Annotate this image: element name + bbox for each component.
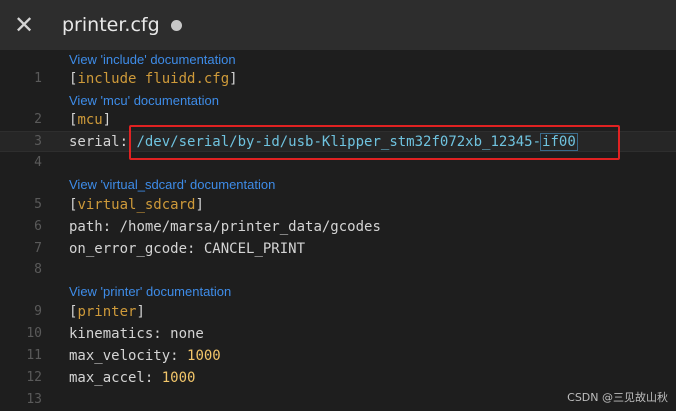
section-name: printer <box>77 303 137 320</box>
config-value: CANCEL_PRINT <box>195 240 306 257</box>
line-number: 1 <box>34 71 42 86</box>
file-title: printer.cfg <box>62 14 160 36</box>
line-number: 3 <box>34 134 42 149</box>
config-key: on_error_gcode: <box>69 240 196 257</box>
line-number: 8 <box>34 262 42 277</box>
code-line-7: 7 on_error_gcode: CANCEL_PRINT <box>0 238 676 259</box>
section-name: virtual_sdcard <box>77 196 196 213</box>
code-line-11: 11 max_velocity: 1000 <box>0 345 676 366</box>
line-number: 13 <box>26 392 42 407</box>
line-number: 6 <box>34 219 42 234</box>
line-number: 4 <box>34 155 42 170</box>
line-content: max_velocity: 1000 <box>69 348 221 364</box>
code-editor[interactable]: View 'include' documentation 1 [include … <box>0 50 676 411</box>
config-key: max_velocity: <box>69 347 179 364</box>
line-number: 7 <box>34 241 42 256</box>
config-key: path: <box>69 218 112 235</box>
config-key: max_accel: <box>69 369 154 386</box>
line-number: 5 <box>34 197 42 212</box>
config-value: /home/marsa/printer_data/gcodes <box>111 218 381 235</box>
line-content: [include fluidd.cfg] <box>69 70 238 87</box>
line-content: path: /home/marsa/printer_data/gcodes <box>69 219 381 235</box>
line-content: max_accel: 1000 <box>69 370 195 386</box>
code-line-6: 6 path: /home/marsa/printer_data/gcodes <box>0 216 676 237</box>
title-bar: ✕ printer.cfg <box>0 0 676 50</box>
config-key: kinematics: <box>69 325 162 342</box>
line-content: [virtual_sdcard] <box>69 196 204 213</box>
line-number: 9 <box>34 304 42 319</box>
code-line-5: 5 [virtual_sdcard] <box>0 194 676 215</box>
doc-link-mcu[interactable]: View 'mcu' documentation <box>69 93 219 109</box>
code-line-10: 10 kinematics: none <box>0 323 676 344</box>
code-line-1: 1 [include fluidd.cfg] <box>0 68 676 89</box>
code-line-9: 9 [printer] <box>0 301 676 322</box>
annotation-highlight-box <box>129 125 620 160</box>
code-line-8: 8 <box>0 259 676 280</box>
code-line-12: 12 max_accel: 1000 <box>0 367 676 388</box>
section-name: mcu <box>77 111 103 128</box>
line-content: [mcu] <box>69 111 112 128</box>
doc-link-include[interactable]: View 'include' documentation <box>69 52 236 68</box>
doc-link-printer[interactable]: View 'printer' documentation <box>69 284 231 300</box>
doc-link-virtual-sdcard[interactable]: View 'virtual_sdcard' documentation <box>69 177 275 193</box>
config-value: 1000 <box>161 369 196 386</box>
line-number: 12 <box>26 370 42 385</box>
line-number: 11 <box>26 348 42 363</box>
unsaved-indicator-icon <box>170 19 182 31</box>
line-content: kinematics: none <box>69 326 204 342</box>
config-value: 1000 <box>187 347 221 364</box>
watermark: CSDN @三见故山秋 <box>567 391 668 404</box>
line-number: 10 <box>26 326 42 341</box>
line-number: 2 <box>34 112 42 127</box>
config-key: serial: <box>69 133 129 150</box>
line-content: [printer] <box>69 303 145 320</box>
close-icon[interactable]: ✕ <box>0 0 48 50</box>
line-content: on_error_gcode: CANCEL_PRINT <box>69 241 305 257</box>
section-name: include fluidd.cfg <box>77 70 230 87</box>
config-value: none <box>161 325 204 342</box>
